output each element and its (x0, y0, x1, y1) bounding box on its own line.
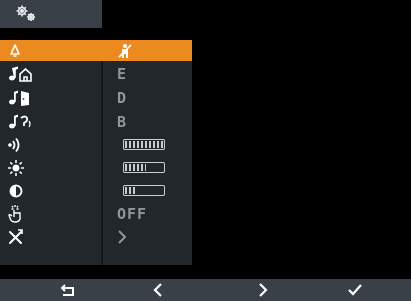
contrast-icon (7, 181, 33, 200)
settings-menu-panel: E D B OFF (0, 40, 192, 265)
crossed-out-person-icon (117, 40, 133, 61)
bell-icon (7, 41, 33, 60)
brightness-icon (7, 158, 33, 177)
menu-row-tools[interactable] (0, 226, 192, 247)
checkmark-icon (347, 283, 363, 297)
previous-button[interactable] (138, 279, 178, 301)
menu-row-brightness[interactable] (0, 157, 192, 178)
melody-home-value: E (117, 64, 128, 83)
bottom-navigation-bar (0, 279, 411, 301)
brightness-level-bar[interactable] (123, 162, 165, 173)
menu-row-melody-intercom[interactable]: B (0, 111, 192, 132)
title-tab (0, 0, 102, 28)
menu-row-ringer[interactable] (0, 40, 192, 61)
melody-door-value: D (117, 88, 128, 107)
next-button[interactable] (243, 279, 283, 301)
return-arrow-icon (60, 283, 76, 297)
melody-intercom-value: B (117, 112, 128, 131)
menu-row-volume[interactable] (0, 134, 192, 155)
chevron-left-icon (153, 283, 163, 297)
melody-home-icon (7, 64, 33, 83)
touch-value: OFF (117, 204, 148, 223)
menu-row-touch[interactable]: OFF (0, 203, 192, 224)
settings-gears-icon (14, 4, 40, 24)
tools-icon (7, 227, 33, 246)
contrast-level-bar[interactable] (123, 185, 165, 196)
chevron-right-icon (258, 283, 268, 297)
touch-hand-icon (7, 204, 33, 223)
menu-row-contrast[interactable] (0, 180, 192, 201)
menu-row-melody-door[interactable]: D (0, 87, 192, 108)
melody-intercom-icon (7, 112, 33, 131)
menu-row-melody-home[interactable]: E (0, 63, 192, 84)
back-button[interactable] (48, 279, 88, 301)
confirm-button[interactable] (335, 279, 375, 301)
melody-door-icon (7, 88, 33, 107)
chevron-right-icon (117, 226, 127, 247)
volume-icon (7, 135, 33, 154)
volume-level-bar[interactable] (123, 139, 165, 150)
